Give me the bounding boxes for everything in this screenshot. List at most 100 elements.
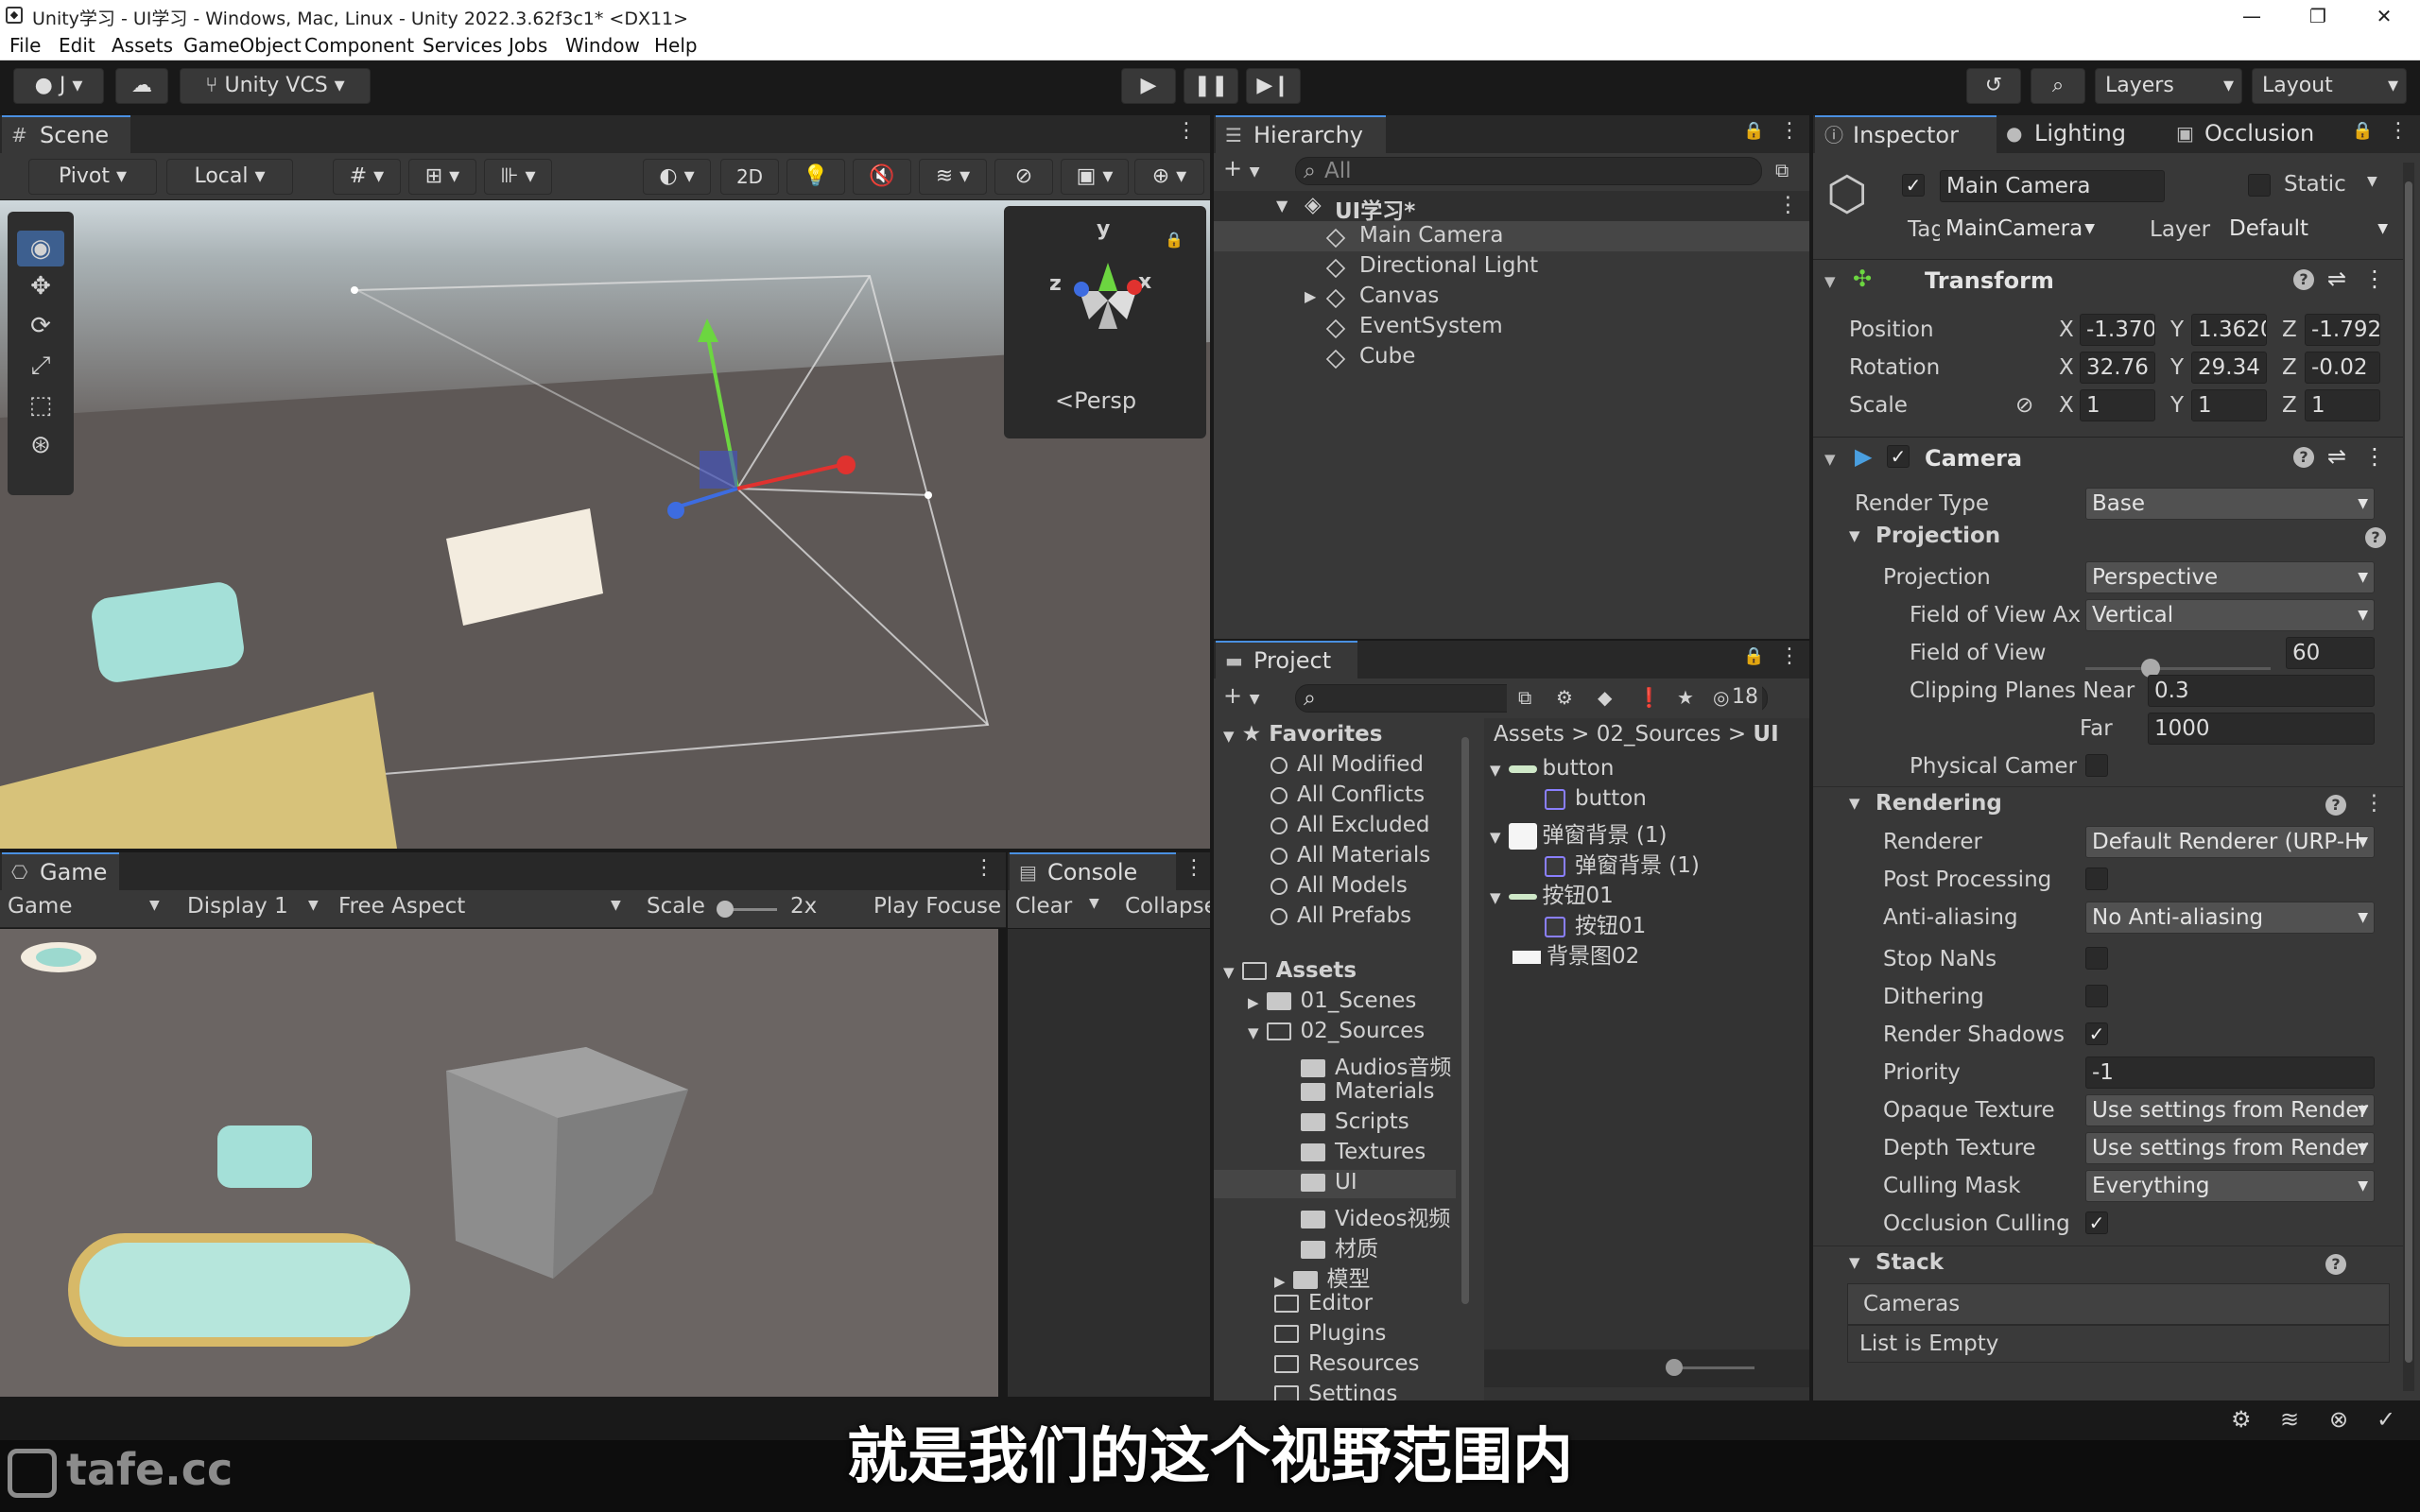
more-options-icon[interactable]: ⋮ [1779,119,1800,143]
aspect-dropdown[interactable]: Free Aspect ▼ [338,894,630,919]
undo-history-button[interactable]: ↺ [1966,68,2021,104]
menu-window[interactable]: Window [565,34,640,57]
folder-item[interactable]: Settings [1274,1382,1397,1400]
render-shadows-checkbox[interactable]: ✓ [2085,1022,2108,1045]
rotation-x-field[interactable]: 32.76 [2080,352,2155,384]
menu-assets[interactable]: Assets [112,34,173,57]
asset-item[interactable]: 背景图02 [1512,937,1639,970]
more-options-icon[interactable]: ⋮ [2363,443,2386,470]
post-processing-checkbox[interactable] [2085,868,2108,890]
clip-near-field[interactable]: 0.3 [2148,675,2375,707]
physical-camera-checkbox[interactable] [2085,754,2108,777]
favorite-item[interactable]: All Prefabs [1270,903,1411,928]
step-button[interactable]: ▶❙ [1246,68,1301,104]
transform-tool-icon[interactable]: ⊛ [17,431,64,467]
more-options-icon[interactable]: ⋮ [1176,119,1197,143]
audio-toggle[interactable]: 🔇 [853,159,911,195]
tag-dropdown[interactable]: MainCamera [1940,214,2100,246]
fov-axis-dropdown[interactable]: Vertical [2085,599,2375,631]
folder-item[interactable]: Textures [1301,1140,1426,1164]
folder-item[interactable]: Resources [1274,1351,1419,1376]
menu-jobs[interactable]: Jobs [509,34,547,57]
asset-item[interactable]: button [1545,786,1647,811]
type-filter-icon[interactable]: ⚙ [1556,682,1573,713]
pivot-dropdown[interactable]: Pivot ▾ [28,159,157,195]
menu-file[interactable]: File [9,34,41,57]
menu-gameobject[interactable]: GameObject [183,34,302,57]
folder-item[interactable]: ▶ 01_Scenes [1248,988,1416,1013]
priority-field[interactable]: -1 [2085,1057,2375,1089]
grid-snap-button[interactable]: # ▾ [333,159,401,195]
folder-item[interactable]: Videos视频 [1301,1200,1450,1232]
asset-item[interactable]: ▼ button [1490,756,1614,781]
tab-lighting[interactable]: ● Lighting [1996,115,2167,153]
favorite-item[interactable]: All Models [1270,873,1408,898]
mode-2d-button[interactable]: 2D [720,159,779,195]
rotate-tool-icon[interactable]: ⟳ [17,312,64,348]
tree-scrollbar[interactable] [1461,737,1469,1304]
hidden-objects-toggle[interactable]: ⊘ [994,159,1053,195]
lock-icon[interactable]: 🔒 [1743,646,1764,666]
view-tool-eye-icon[interactable]: ◉ [17,231,64,266]
inspector-scrollbar-thumb[interactable] [2405,181,2412,1363]
console-log-area[interactable] [1008,929,1210,1397]
gizmos-button[interactable]: ⊕ ▾ [1134,159,1204,195]
folder-item[interactable]: Materials [1301,1079,1434,1104]
camera-enabled-checkbox[interactable]: ✓ [1887,445,1910,468]
position-z-field[interactable]: -1.792 [2305,314,2380,346]
gameobject-name-input[interactable]: Main Camera [1940,170,2165,202]
menu-component[interactable]: Component [304,34,414,57]
game-mode-dropdown[interactable]: Game ▼ [8,894,168,919]
scene-viewport[interactable]: ◉ ✥ ⟳ ⤢ ⬚ ⊛ y z x 🔒 <Persp [0,200,1210,849]
more-options-icon[interactable]: ⋮ [1184,856,1204,880]
asset-item[interactable]: ▼ 弹窗背景 (1) [1490,816,1667,850]
projection-dropdown[interactable]: Perspective [2085,561,2375,593]
chevron-right-icon[interactable]: ▶ [1305,287,1316,305]
local-dropdown[interactable]: Local ▾ [166,159,293,195]
favorite-item[interactable]: All Materials [1270,843,1430,868]
more-options-icon[interactable]: ⋮ [1779,644,1800,668]
tab-hierarchy[interactable]: ☰ Hierarchy [1216,115,1386,153]
game-viewport[interactable] [0,929,998,1397]
scale-slider-handle[interactable] [717,901,734,918]
help-icon[interactable]: ? [2293,269,2314,290]
clip-far-field[interactable]: 1000 [2148,713,2375,745]
camera-header[interactable]: ▼ ▶ ✓ Camera ? ⇌ ⋮ [1813,437,2409,474]
rendering-section-header[interactable]: ▼ Rendering? ⋮ [1813,786,2409,820]
help-icon[interactable]: ? [2325,1254,2346,1275]
folder-item[interactable]: ▶ 模型 [1274,1261,1371,1293]
folder-item-selected[interactable]: UI [1214,1170,1456,1198]
tab-console[interactable]: ▤ Console [1010,852,1176,890]
help-icon[interactable]: ? [2365,527,2386,548]
draw-mode-button[interactable]: ◐ ▾ [643,159,711,195]
render-type-dropdown[interactable]: Base [2085,488,2375,520]
tab-project[interactable]: ▬ Project [1216,641,1357,679]
scene-visibility-icon[interactable]: ⧉ [1775,159,1789,181]
more-options-icon[interactable]: ⋮ [2363,266,2386,292]
dithering-checkbox[interactable] [2085,985,2108,1007]
asset-item[interactable]: ▼ 按钮01 [1490,877,1614,909]
lock-icon[interactable]: 🔒 [1743,121,1764,141]
position-y-field[interactable]: 1.3620 [2191,314,2267,346]
chevron-down-icon[interactable]: ▼ [1089,896,1099,911]
hierarchy-scene-row[interactable]: ▼ ◈ UI学习* ⋮ [1214,191,1809,224]
projection-section-header[interactable]: ▼ Projection? [1813,522,2409,556]
help-icon[interactable]: ? [2293,447,2314,468]
asset-item[interactable]: 按钮01 [1545,907,1646,939]
create-asset-button[interactable]: + ▼ [1223,682,1260,709]
warning-filter-icon[interactable]: ❗ [1637,682,1661,713]
persp-label[interactable]: <Persp [1055,387,1136,414]
rotation-z-field[interactable]: -0.02 [2305,352,2380,384]
align-button[interactable]: ⊪ ▾ [484,159,552,195]
folder-item[interactable]: ▼ 02_Sources [1248,1019,1425,1043]
account-button[interactable]: ● J ▾ [13,68,104,104]
culling-mask-dropdown[interactable]: Everything [2085,1170,2375,1202]
scale-tool-icon[interactable]: ⤢ [17,352,64,387]
folder-item[interactable]: Plugins [1274,1321,1386,1346]
more-options-icon[interactable]: ⋮ [2363,791,2385,816]
search-button[interactable]: ⌕ [2031,68,2085,104]
menu-edit[interactable]: Edit [59,34,95,57]
hierarchy-search-input[interactable]: ⌕ All [1295,157,1762,185]
hierarchy-item[interactable]: EventSystem [1214,312,1809,342]
active-checkbox[interactable]: ✓ [1902,174,1925,197]
